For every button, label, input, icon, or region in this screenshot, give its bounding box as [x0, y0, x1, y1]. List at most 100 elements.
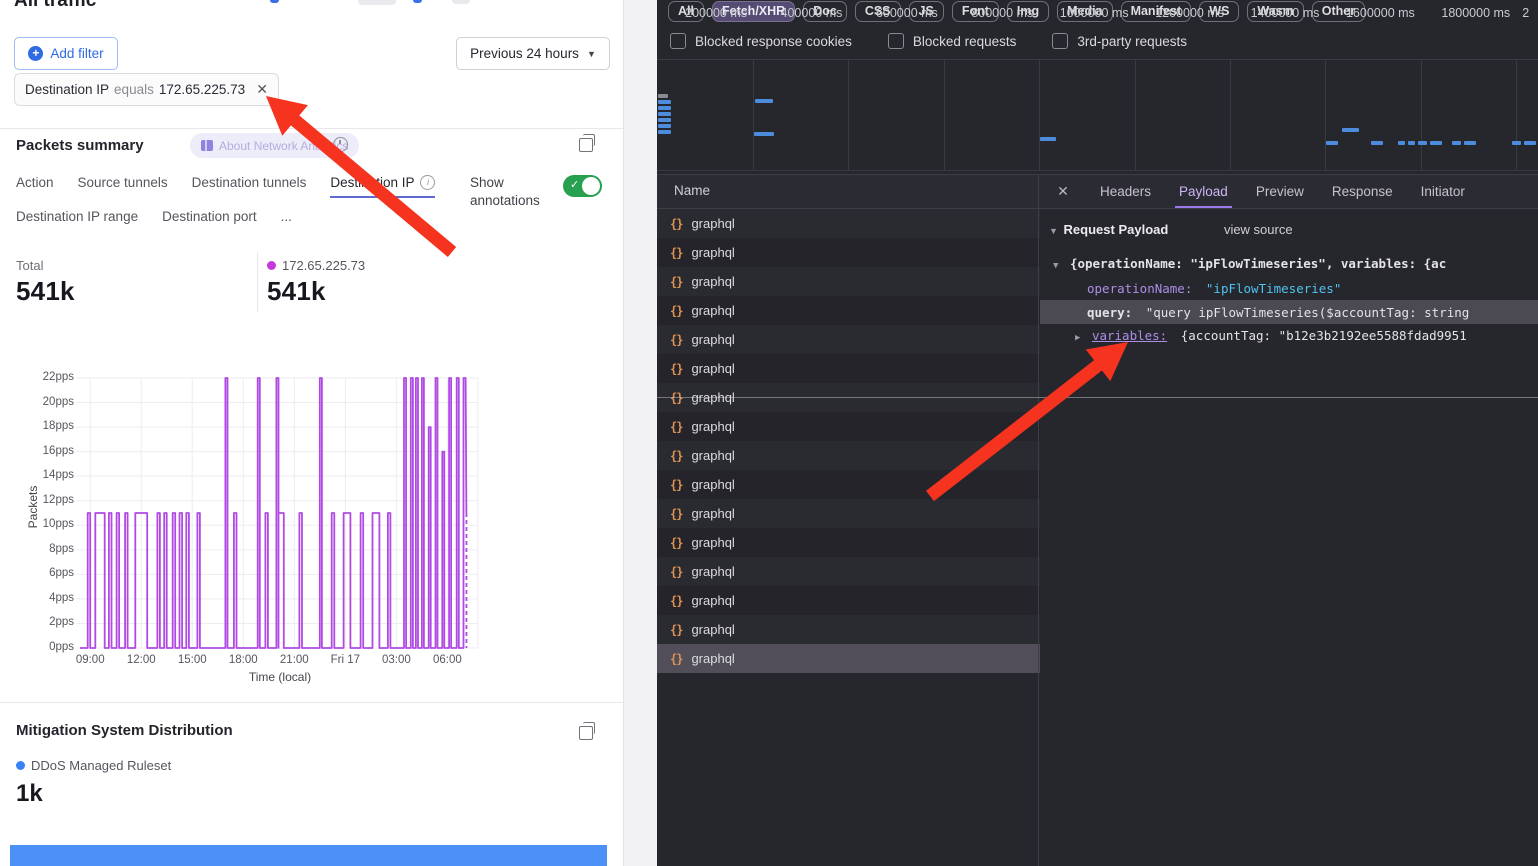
request-row[interactable]: {}graphql [657, 528, 1040, 557]
y-tick-label: 20pps [18, 396, 74, 408]
ruler-gridline [1135, 60, 1136, 170]
request-timing-bar[interactable] [658, 106, 671, 110]
checkbox-blocked-response-cookies[interactable]: Blocked response cookies [670, 33, 852, 49]
request-row[interactable]: {}graphql [657, 644, 1040, 673]
ruler-gridline [1325, 60, 1326, 170]
close-panel-icon[interactable]: ✕ [1040, 175, 1086, 208]
payload-query-row[interactable]: query: "query ipFlowTimeseries($accountT… [1087, 305, 1533, 320]
ruler-time-label: 1200000 ms [1138, 6, 1224, 20]
ruler-time-label-clipped: 2 [1522, 6, 1538, 20]
request-timing-bar[interactable] [754, 132, 774, 136]
triangle-down-icon: ▼ [1049, 226, 1058, 236]
request-row[interactable]: {} graphql [657, 615, 1040, 644]
request-timing-bar[interactable] [1408, 141, 1415, 145]
payload-operation-row[interactable]: operationName: "ipFlowTimeseries" [1087, 281, 1533, 296]
request-timing-bar[interactable] [658, 124, 671, 128]
view-source-link[interactable]: view source [1224, 222, 1293, 237]
checkbox-blocked-requests[interactable]: Blocked requests [888, 33, 1017, 49]
name-column-header[interactable]: Name [674, 183, 710, 198]
payload-key: variables: [1092, 328, 1167, 343]
request-name: graphql [691, 332, 734, 347]
detail-tab-preview[interactable]: Preview [1242, 175, 1318, 208]
checkbox-3rd-party-requests[interactable]: 3rd-party requests [1052, 33, 1187, 49]
ruler-time-label: 1600000 ms [1329, 6, 1415, 20]
detail-tab-response[interactable]: Response [1318, 175, 1407, 208]
mitigation-bar[interactable] [10, 845, 607, 866]
request-timing-bar[interactable] [1524, 141, 1536, 145]
payload-summary-row[interactable]: ▼ {operationName: "ipFlowTimeseries", va… [1053, 256, 1533, 271]
json-file-icon: {} [670, 594, 682, 608]
request-timing-bar[interactable] [1452, 141, 1461, 145]
request-row[interactable]: {} graphql [657, 238, 1040, 267]
y-tick-label: 8pps [18, 543, 74, 555]
json-file-icon: {} [670, 449, 682, 463]
request-name: graphql [691, 593, 734, 608]
json-file-icon: {} [670, 507, 682, 521]
mitigation-legend: DDoS Managed Ruleset [31, 758, 171, 773]
checkbox-box[interactable] [670, 33, 686, 49]
pane-divider[interactable] [1038, 174, 1039, 866]
request-row[interactable]: {} graphql [657, 586, 1040, 615]
ruler-time-label: 1800000 ms [1424, 6, 1510, 20]
y-tick-label: 4pps [18, 592, 74, 604]
request-timing-bar[interactable] [1418, 141, 1427, 145]
request-timing-bar[interactable] [658, 112, 671, 116]
request-row[interactable]: {}graphql [657, 354, 1040, 383]
request-timing-bar[interactable] [1326, 141, 1338, 145]
x-tick-label: 06:00 [417, 654, 477, 666]
request-row[interactable]: {}graphql [657, 325, 1040, 354]
ruler-time-label: 1400000 ms [1233, 6, 1319, 20]
checkbox-label: Blocked requests [913, 34, 1017, 49]
request-row[interactable]: {}graphql [657, 441, 1040, 470]
request-payload-title: Request Payload [1064, 222, 1169, 237]
y-tick-label: 16pps [18, 445, 74, 457]
detail-tab-payload[interactable]: Payload [1165, 175, 1242, 208]
y-tick-label: 22pps [18, 371, 74, 383]
network-filter-checkboxes: Blocked response cookies Blocked requests… [670, 33, 1187, 49]
payload-variables-row[interactable]: ▶ variables: {accountTag: "b12e3b2192ee5… [1075, 328, 1533, 343]
request-timing-bar[interactable] [1342, 128, 1359, 132]
request-timing-bar[interactable] [658, 100, 671, 104]
request-timing-bar[interactable] [1464, 141, 1476, 145]
request-timing-bar[interactable] [1040, 137, 1056, 141]
checkbox-box[interactable] [888, 33, 904, 49]
mitigation-title: Mitigation System Distribution [16, 722, 233, 739]
request-timing-bar[interactable] [1371, 141, 1383, 145]
request-row[interactable]: {}graphql [657, 557, 1040, 586]
request-timing-bar[interactable] [1430, 141, 1442, 145]
request-row[interactable]: {}graphql [657, 267, 1040, 296]
request-timing-bar[interactable] [658, 130, 671, 134]
ruler-divider [657, 170, 1538, 171]
json-file-icon: {} [670, 623, 682, 637]
x-axis-title: Time (local) [215, 670, 345, 684]
json-file-icon: {} [670, 246, 682, 260]
payload-key: query: [1087, 305, 1132, 320]
json-file-icon: {} [670, 275, 682, 289]
detail-tab-initiator[interactable]: Initiator [1407, 175, 1479, 208]
json-file-icon: {} [670, 565, 682, 579]
expand-card-icon[interactable] [579, 726, 593, 740]
request-row[interactable]: {}graphql [657, 412, 1040, 441]
y-tick-label: 6pps [18, 567, 74, 579]
request-detail-tabs: ✕HeadersPayloadPreviewResponseInitiator [1040, 174, 1538, 209]
ruler-time-label: 400000 ms [756, 6, 842, 20]
section-divider [0, 702, 623, 703]
request-payload-section[interactable]: ▼ Request Payload view source [1049, 222, 1293, 237]
request-timing-bar[interactable] [755, 99, 773, 103]
detail-tab-headers[interactable]: Headers [1086, 175, 1165, 208]
request-name: graphql [691, 622, 734, 637]
request-name: graphql [691, 477, 734, 492]
request-timing-bar[interactable] [658, 118, 671, 122]
request-row[interactable]: {}graphql [657, 470, 1040, 499]
y-tick-label: 2pps [18, 616, 74, 628]
ruler-gridline [1516, 60, 1517, 170]
request-row[interactable]: {}graphql [657, 296, 1040, 325]
request-timing-bar[interactable] [1512, 141, 1521, 145]
request-name: graphql [691, 245, 734, 260]
checkbox-box[interactable] [1052, 33, 1068, 49]
request-row[interactable]: {}graphql [657, 499, 1040, 528]
request-timing-bar[interactable] [1398, 141, 1405, 145]
request-timing-bar[interactable] [658, 94, 668, 98]
request-row[interactable]: {}graphql [657, 209, 1040, 238]
ruler-time-label: 1000000 ms [1043, 6, 1129, 20]
